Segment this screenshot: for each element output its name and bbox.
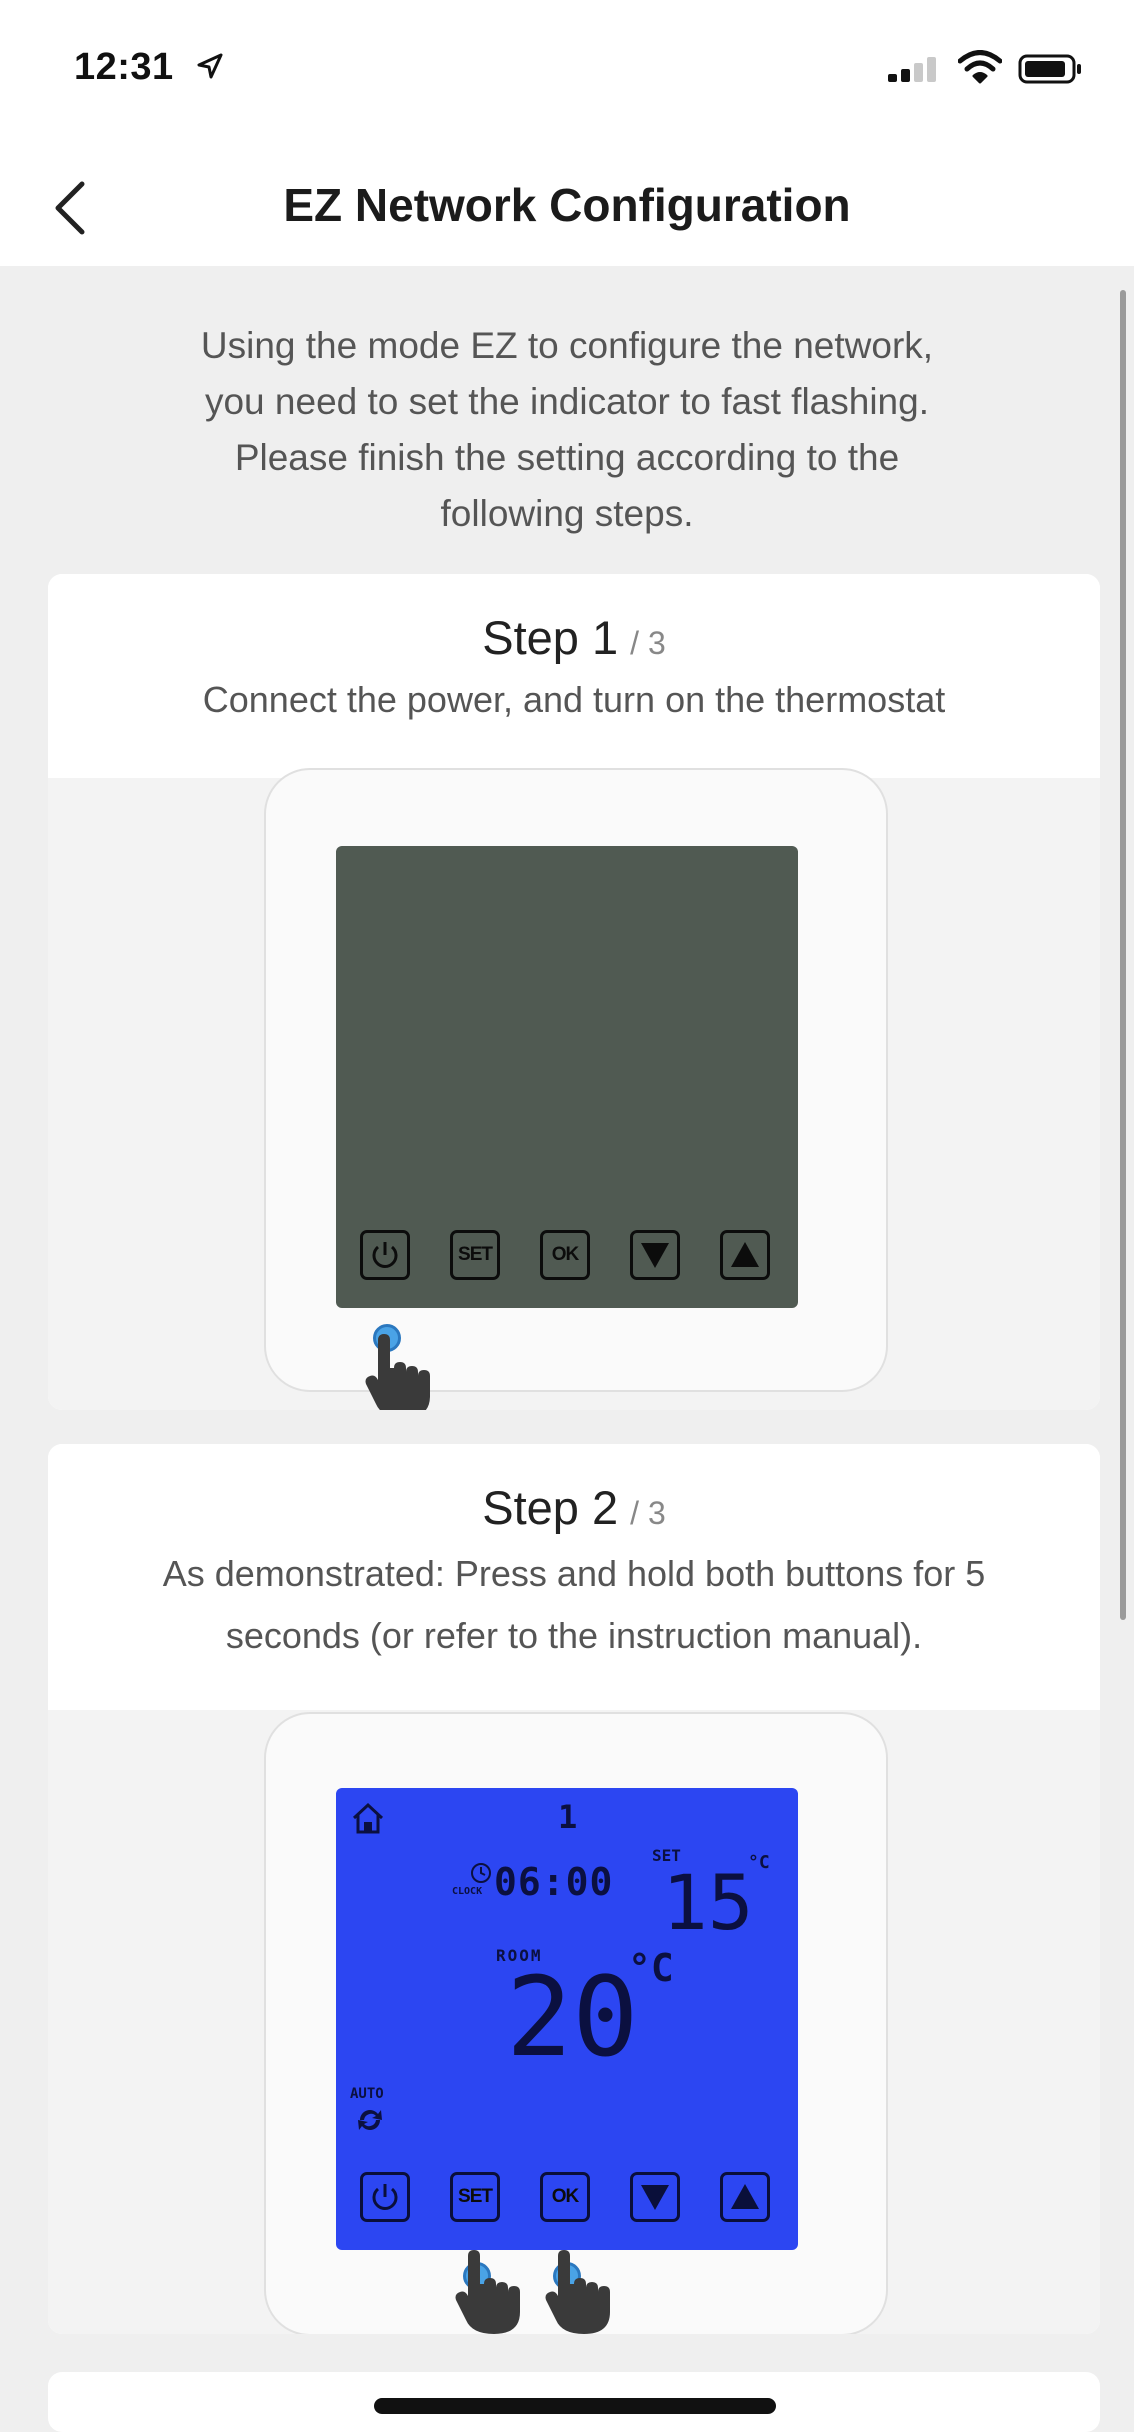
clock-icon	[471, 1863, 491, 1883]
intro-line: Please finish the setting according to t…	[234, 437, 900, 478]
triangle-up-icon	[731, 2184, 759, 2209]
thermostat-device: SET OK	[264, 768, 888, 1392]
step-description-line: Connect the power, and turn on the therm…	[202, 679, 946, 720]
step-header: Step 1 / 3 Connect the power, and turn on…	[48, 574, 1100, 731]
down-button	[630, 1230, 680, 1280]
location-arrow-icon	[197, 53, 223, 79]
power-icon	[372, 2184, 398, 2210]
wifi-icon	[958, 50, 1002, 84]
status-time: 12:31	[74, 46, 174, 88]
status-bar: 12:31	[0, 0, 1134, 150]
step-illustration: 1 CLOCK 06:00 SET 15 °C ROOM 20 °C AUTO	[48, 1710, 1100, 2334]
auto-cycle-icon	[358, 2110, 382, 2130]
intro-line: you need to set the indicator to fast fl…	[204, 381, 929, 422]
step-count: / 3	[630, 1495, 666, 1531]
power-button	[360, 1230, 410, 1280]
lcd-room-unit: °C	[628, 1946, 674, 1990]
up-button	[720, 2172, 770, 2222]
thermostat-device: 1 CLOCK 06:00 SET 15 °C ROOM 20 °C AUTO	[264, 1712, 888, 2334]
lcd-period: 1	[558, 1798, 578, 1836]
step-illustration: SET OK	[48, 768, 1100, 1410]
ok-button: OK	[540, 2172, 590, 2222]
down-button	[630, 2172, 680, 2222]
navigation-bar: EZ Network Configuration	[0, 150, 1134, 266]
lcd-set-temp: 15	[662, 1858, 754, 1947]
page-title: EZ Network Configuration	[283, 179, 851, 231]
step-label: Step 2	[482, 1481, 619, 1534]
set-button: SET	[450, 1230, 500, 1280]
signal-icon	[888, 57, 936, 82]
thermostat-display-off: SET OK	[336, 846, 798, 1308]
triangle-down-icon	[641, 2185, 669, 2210]
thermostat-display-on: 1 CLOCK 06:00 SET 15 °C ROOM 20 °C AUTO	[336, 1788, 798, 2250]
step-description-line: seconds (or refer to the instruction man…	[225, 1615, 923, 1656]
lcd-set-unit: °C	[748, 1852, 770, 1873]
intro-line: Using the mode EZ to configure the netwo…	[200, 325, 934, 366]
lcd-auto-label: AUTO	[350, 2086, 384, 2102]
triangle-down-icon	[641, 1243, 669, 1268]
step-card-1: Step 1 / 3 Connect the power, and turn on…	[48, 574, 1100, 1410]
lcd-room-temp: 20	[506, 1953, 639, 2081]
scrollbar[interactable]	[1120, 290, 1126, 1620]
hand-pointer-icon	[455, 2250, 520, 2334]
power-button	[360, 2172, 410, 2222]
step-label: Step 1	[482, 611, 619, 664]
set-button: SET	[450, 2172, 500, 2222]
up-button	[720, 1230, 770, 1280]
lcd-clock-label: CLOCK	[452, 1886, 483, 1897]
power-icon	[372, 1242, 398, 1268]
step-card-2: Step 2 / 3 As demonstrated: Press and hol…	[48, 1444, 1100, 2334]
ok-button: OK	[540, 1230, 590, 1280]
step-header: Step 2 / 3 As demonstrated: Press and hol…	[48, 1444, 1100, 1667]
hand-pointer-icon	[365, 1334, 430, 1410]
step-description-line: As demonstrated: Press and hold both but…	[162, 1553, 986, 1594]
hand-pointer-icon	[545, 2250, 610, 2334]
lcd-clock-time: 06:00	[494, 1860, 614, 1904]
home-schedule-icon	[352, 1802, 384, 1834]
intro-text: Using the mode EZ to configure the netwo…	[100, 318, 1034, 542]
step-description: Connect the power, and turn on the therm…	[48, 665, 1100, 731]
home-indicator[interactable]	[374, 2398, 776, 2414]
intro-line: following steps.	[440, 493, 694, 534]
battery-icon	[1018, 54, 1081, 84]
step-description: As demonstrated: Press and hold both but…	[48, 1535, 1100, 1667]
step-count: / 3	[630, 625, 666, 661]
triangle-up-icon	[731, 1242, 759, 1267]
step-title: Step 2 / 3	[48, 1444, 1100, 1535]
step-title: Step 1 / 3	[48, 574, 1100, 665]
